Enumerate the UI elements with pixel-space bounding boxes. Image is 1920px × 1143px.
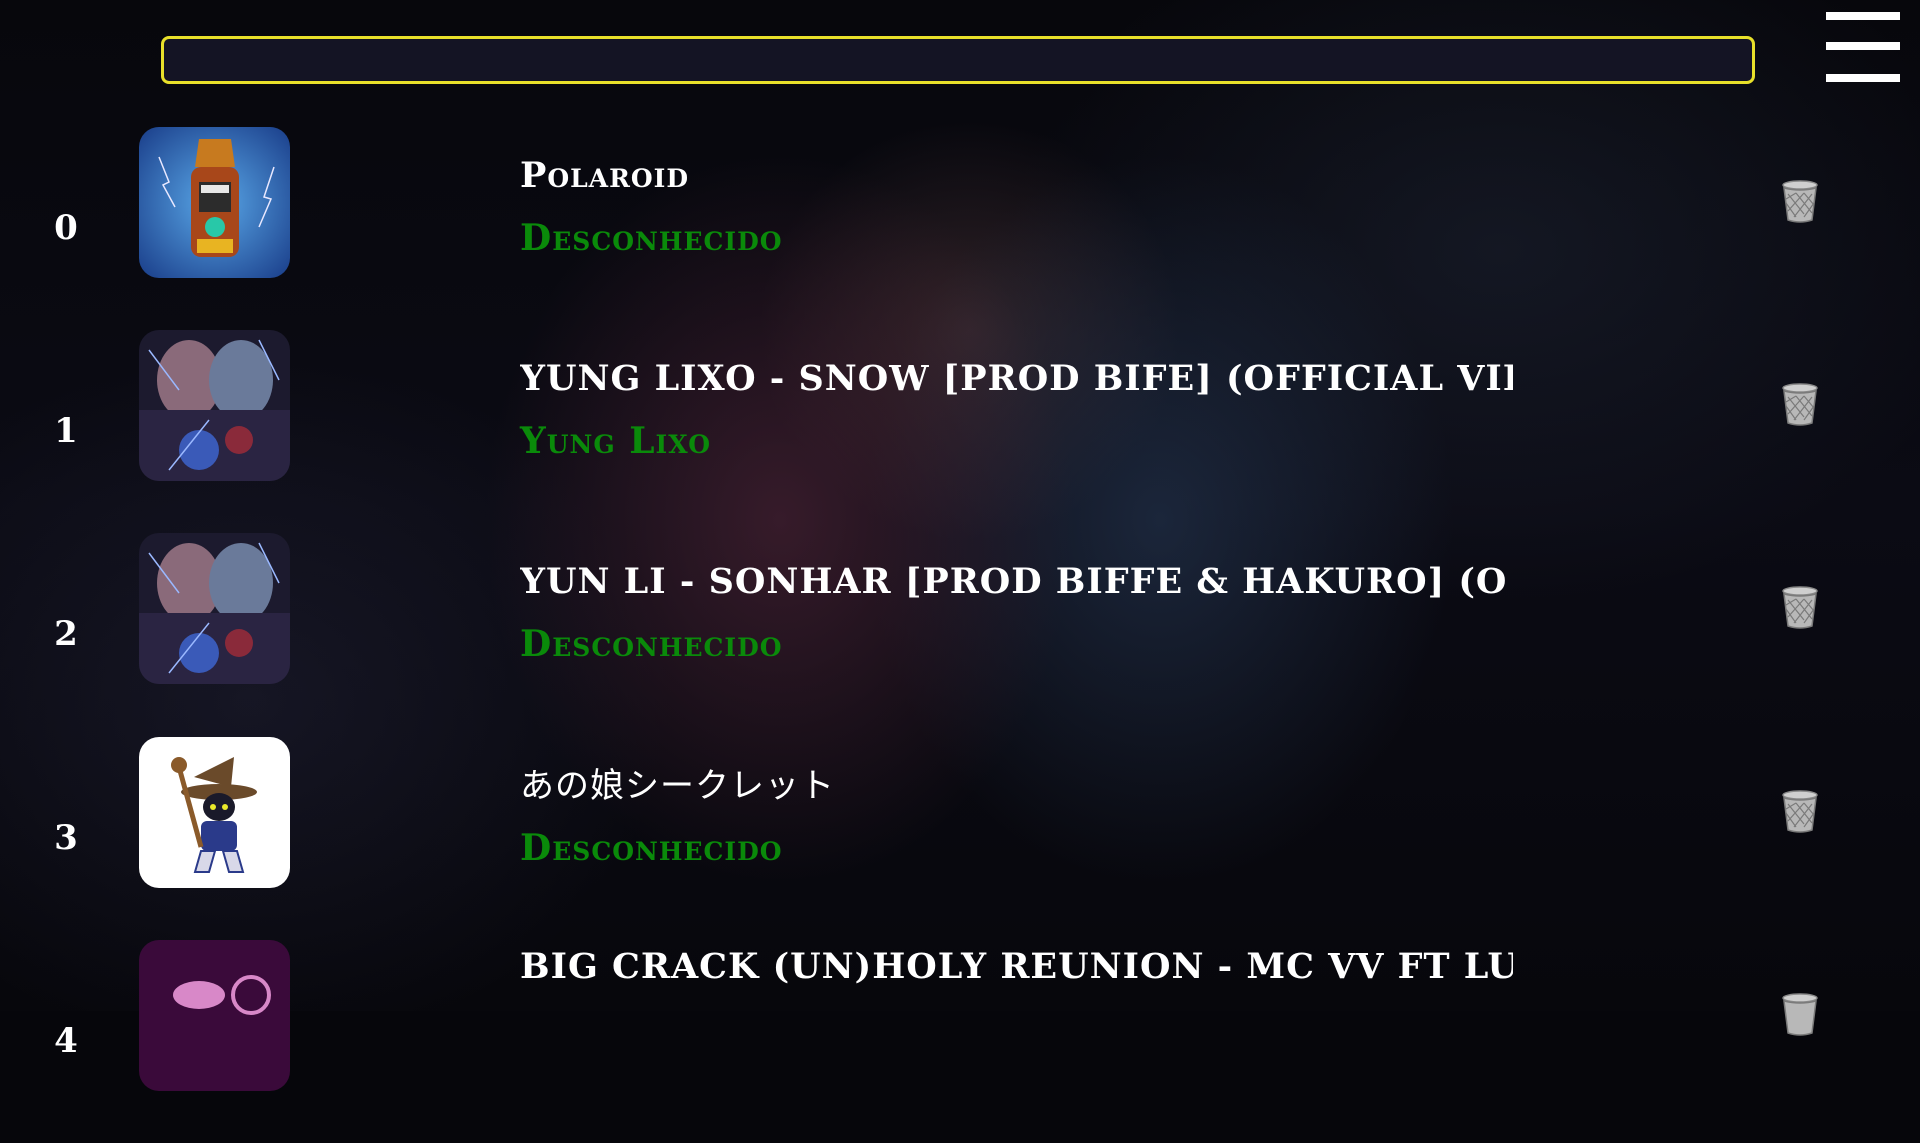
list-item[interactable]: 4 BIG CRACK (UN)HOLY REUNION - MC VV FT … xyxy=(0,940,1920,1143)
trash-icon[interactable] xyxy=(1780,992,1820,1036)
track-title: YUNG LIXO - SNOW [PROD BIFE] (OFFICIAL V… xyxy=(520,358,1513,399)
track-artist: Yung Lixo xyxy=(520,420,711,462)
track-artist: Desconhecido xyxy=(520,217,783,259)
track-title: Polaroid xyxy=(520,155,689,196)
track-index: 4 xyxy=(54,1021,78,1061)
track-thumbnail xyxy=(139,533,290,684)
list-item[interactable]: 2 YUN LI - SONHAR [PROD BIFFE & HAKURO] … xyxy=(0,533,1920,736)
list-item[interactable]: 1 YUNG LIXO - SNOW [PROD BIFE] (OFFICIAL… xyxy=(0,330,1920,533)
track-index: 0 xyxy=(54,208,78,248)
track-thumbnail xyxy=(139,940,290,1091)
track-thumbnail xyxy=(139,737,290,888)
list-item[interactable]: 3 あの娘シークレット Desconhecido xyxy=(0,737,1920,940)
track-title: YUN LI - SONHAR [PROD BIFFE & HAKURO] (O xyxy=(520,561,1508,602)
track-index: 3 xyxy=(54,818,78,858)
list-item[interactable]: 0 Polaroid Desconhecido xyxy=(0,127,1920,330)
track-thumbnail xyxy=(139,127,290,278)
track-index: 1 xyxy=(54,411,78,451)
track-title: あの娘シークレット xyxy=(520,766,835,806)
track-artist: Desconhecido xyxy=(520,827,783,869)
trash-icon[interactable] xyxy=(1780,179,1820,223)
track-title: BIG CRACK (UN)HOLY REUNION - MC VV FT LU xyxy=(520,946,1513,987)
track-thumbnail xyxy=(139,330,290,481)
search-input[interactable] xyxy=(161,36,1755,84)
trash-icon[interactable] xyxy=(1780,789,1820,833)
track-index: 2 xyxy=(54,614,78,654)
track-artist: Desconhecido xyxy=(520,623,783,665)
trash-icon[interactable] xyxy=(1780,585,1820,629)
hamburger-menu-icon[interactable] xyxy=(1826,12,1900,86)
trash-icon[interactable] xyxy=(1780,382,1820,426)
